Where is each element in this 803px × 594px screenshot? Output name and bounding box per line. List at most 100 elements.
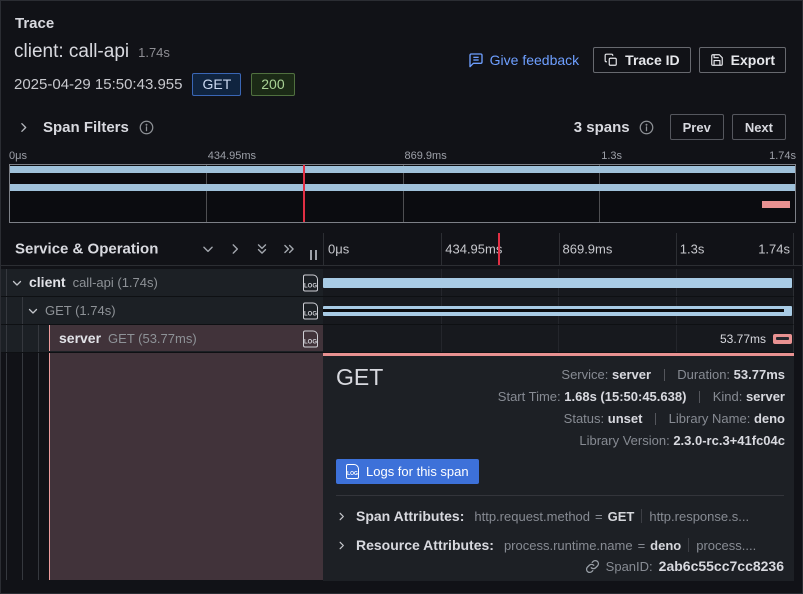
critical-path-marker xyxy=(498,233,500,265)
span-duration-bar[interactable] xyxy=(773,334,792,344)
divider xyxy=(699,391,700,403)
attribute-key-truncated: process.... xyxy=(696,538,756,553)
span-detail-title: GET xyxy=(336,364,383,391)
attribute-key: process.runtime.name xyxy=(504,538,633,553)
minimap-viewport[interactable] xyxy=(9,164,796,223)
minimap-tick: 869.9ms xyxy=(405,150,447,162)
attribute-value: deno xyxy=(650,538,681,553)
span-bar-cell[interactable] xyxy=(323,297,794,325)
timeline-header: Service & Operation 0μs xyxy=(1,233,803,266)
span-logs-icon[interactable]: LOG xyxy=(303,330,318,347)
indent-guide xyxy=(6,269,7,296)
status-code-badge: 200 xyxy=(251,73,294,96)
trace-panel: Trace client: call-api 1.74s Give feedba… xyxy=(0,0,803,594)
chevron-right-icon[interactable] xyxy=(336,511,347,522)
divider xyxy=(655,413,656,425)
span-row-server-selected[interactable]: server GET (53.77ms) LOG 53.77ms xyxy=(1,325,803,353)
span-bar-cell[interactable] xyxy=(323,269,794,297)
double-chevron-right-icon[interactable] xyxy=(282,242,296,256)
indent-guides-column xyxy=(1,353,49,580)
span-service: server xyxy=(59,330,101,346)
span-name-cell[interactable]: client call-api (1.74s) LOG xyxy=(1,269,323,297)
span-service: client xyxy=(29,274,66,290)
span-logs-icon[interactable]: LOG xyxy=(303,274,318,291)
service-operation-label[interactable]: Service & Operation xyxy=(15,241,158,258)
chevron-right-icon[interactable] xyxy=(336,540,347,551)
next-span-button[interactable]: Next xyxy=(732,114,786,140)
log-document-icon: LOG xyxy=(303,330,318,347)
span-operation: GET (1.74s) xyxy=(45,303,116,318)
meta-line: Status: unset Library Name: deno xyxy=(498,411,785,427)
selected-span-label[interactable]: server GET (53.77ms) xyxy=(49,325,323,351)
trace-id-button[interactable]: Trace ID xyxy=(593,47,690,73)
chevron-right-icon[interactable] xyxy=(228,242,242,256)
meta-value: 1.68s (15:50:45.638) xyxy=(564,389,686,404)
save-icon xyxy=(710,53,724,67)
span-logs-icon[interactable]: LOG xyxy=(303,302,318,319)
span-detail-meta: Service: server Duration: 53.77ms Start … xyxy=(498,367,785,455)
timeline-gridline xyxy=(676,233,677,265)
meta-line: Library Version: 2.3.0-rc.3+41fc04c xyxy=(498,433,785,449)
info-icon[interactable] xyxy=(139,120,154,135)
span-duration-bar[interactable] xyxy=(323,278,792,288)
chevron-down-icon[interactable] xyxy=(201,242,215,256)
method-badge: GET xyxy=(192,73,241,96)
divider xyxy=(664,369,665,381)
indent-guide xyxy=(38,353,39,580)
meta-line: Start Time: 1.68s (15:50:45.638) Kind: s… xyxy=(498,389,785,405)
export-label: Export xyxy=(731,52,775,68)
span-name-cell[interactable]: GET (1.74s) LOG xyxy=(1,297,323,325)
resource-attributes-label: Resource Attributes: xyxy=(356,537,494,553)
double-chevron-down-icon[interactable] xyxy=(255,242,269,256)
prev-span-button[interactable]: Prev xyxy=(670,114,724,140)
attribute-value: GET xyxy=(608,509,635,524)
log-document-icon: LOG xyxy=(303,302,318,319)
comment-icon xyxy=(468,52,484,68)
log-document-icon: LOG xyxy=(303,274,318,291)
collapse-chevron-icon[interactable] xyxy=(27,305,39,317)
span-name-cell[interactable]: server GET (53.77ms) LOG xyxy=(1,325,323,353)
meta-value: 2.3.0-rc.3+41fc04c xyxy=(673,433,785,448)
info-icon[interactable] xyxy=(639,120,654,135)
span-attributes-row[interactable]: Span Attributes: http.request.method = G… xyxy=(336,505,788,527)
tree-controls xyxy=(201,242,296,256)
divider xyxy=(336,495,784,496)
collapse-chevron-icon[interactable] xyxy=(11,277,23,289)
span-row-get[interactable]: GET (1.74s) LOG xyxy=(1,297,803,325)
span-row-client[interactable]: client call-api (1.74s) LOG xyxy=(1,269,803,297)
selected-span-highlight-block xyxy=(49,353,323,580)
export-button[interactable]: Export xyxy=(699,47,786,73)
minimap-tick: 0μs xyxy=(9,150,27,162)
timeline-tick: 434.95ms xyxy=(445,242,502,257)
indent-guide xyxy=(22,325,23,352)
span-bar-cell[interactable]: 53.77ms xyxy=(323,325,794,353)
span-count: 3 spans xyxy=(574,119,630,136)
span-filters-row: Span Filters 3 spans Prev Next xyxy=(1,109,802,145)
give-feedback-link[interactable]: Give feedback xyxy=(468,52,580,68)
logs-for-span-button[interactable]: LOG Logs for this span xyxy=(336,459,479,484)
minimap-tick-labels: 0μs 434.95ms 869.9ms 1.3s 1.74s xyxy=(9,150,796,163)
minimap-gridline xyxy=(599,165,600,222)
equals-sign: = xyxy=(595,509,603,524)
logs-for-span-label: Logs for this span xyxy=(366,464,469,479)
copy-icon xyxy=(604,53,618,67)
critical-path-marker xyxy=(303,165,305,222)
timeline-tick: 869.9ms xyxy=(563,242,613,257)
minimap-span-bar-client xyxy=(10,166,795,173)
column-resizer-handle[interactable] xyxy=(310,250,317,260)
timeline-gridline xyxy=(558,325,559,352)
span-id-label: SpanID: xyxy=(606,559,653,574)
divider xyxy=(641,509,642,523)
span-operation: call-api (1.74s) xyxy=(73,275,158,290)
meta-label: Library Version: xyxy=(579,433,669,448)
span-duration-bar[interactable] xyxy=(323,306,792,316)
span-filters-label[interactable]: Span Filters xyxy=(43,119,129,136)
give-feedback-label: Give feedback xyxy=(490,52,580,68)
chevron-right-icon[interactable] xyxy=(17,121,30,134)
resource-attributes-row[interactable]: Resource Attributes: process.runtime.nam… xyxy=(336,534,788,556)
meta-label: Service: xyxy=(561,367,608,382)
log-document-icon: LOG xyxy=(346,464,359,479)
minimap-gridline xyxy=(206,165,207,222)
span-id-value: 2ab6c55cc7cc8236 xyxy=(659,558,784,574)
link-icon[interactable] xyxy=(585,559,600,574)
